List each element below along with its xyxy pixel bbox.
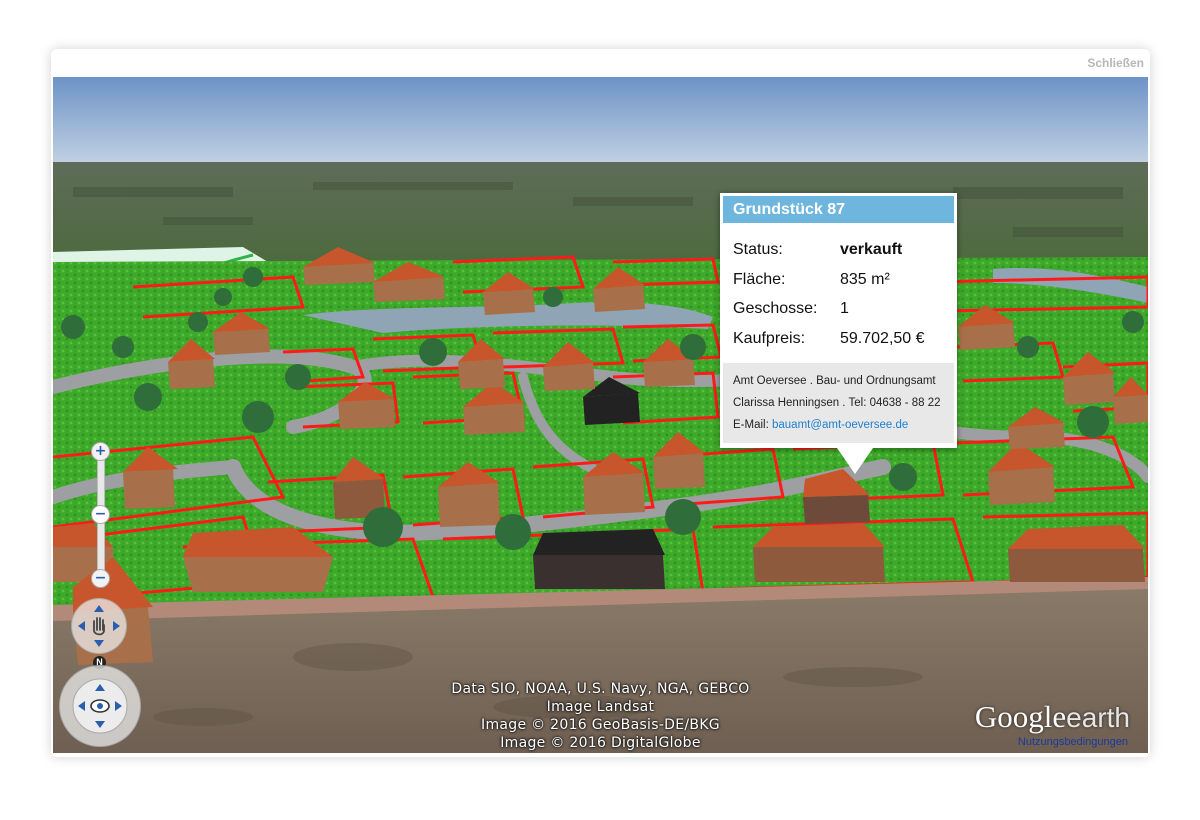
contact-person: Clarissa Henningsen . Tel: 04638 - 88 22 (733, 397, 941, 409)
earth-viewer-dialog: Schließen Grundstück 87 Status: verkauft… (51, 49, 1150, 757)
logo-earth: earth (1066, 702, 1130, 733)
email-link[interactable]: bauamt@amt-oeversee.de (772, 419, 908, 431)
house (1008, 525, 1145, 582)
house (533, 529, 665, 589)
price-value: 59.702,50 € (840, 330, 925, 347)
eye-look-icon[interactable] (60, 666, 140, 746)
popup-title: Grundstück 87 (733, 201, 846, 218)
look-control[interactable] (59, 665, 141, 747)
close-button[interactable]: Schließen (1087, 56, 1144, 70)
map-credit: Data SIO, NOAA, U.S. Navy, NGA, GEBCO (451, 681, 750, 697)
zoom-slider-thumb[interactable]: − (91, 505, 110, 524)
floors-label: Geschosse: (733, 300, 818, 317)
google-earth-logo: Googleearth (975, 699, 1130, 735)
aerial-3d-scene[interactable] (53, 77, 1148, 753)
price-label: Kaufpreis: (733, 330, 806, 347)
logo-google: Google (974, 699, 1067, 734)
parcel-info-popup: Grundstück 87 Status: verkauft Fläche: 8… (720, 193, 957, 474)
status-value: verkauft (840, 241, 903, 258)
map-credit: Image © 2016 DigitalGlobe (500, 735, 701, 751)
house (753, 523, 885, 582)
popup-header: Grundstück 87 (723, 196, 954, 223)
hand-pan-icon[interactable] (72, 599, 126, 653)
terms-link[interactable]: Nutzungsbedingungen (1018, 736, 1128, 748)
contact-email-row: E-Mail: bauamt@amt-oeversee.de (733, 419, 908, 431)
status-label: Status: (733, 241, 783, 258)
zoom-in-icon[interactable]: + (91, 442, 110, 461)
google-earth-map[interactable]: Grundstück 87 Status: verkauft Fläche: 8… (53, 77, 1148, 753)
email-label: E-Mail: (733, 419, 769, 431)
zoom-out-icon[interactable]: − (91, 569, 110, 588)
area-label: Fläche: (733, 271, 786, 288)
popup-pointer (837, 448, 873, 474)
area-value: 835 m² (840, 271, 890, 288)
contact-office: Amt Oeversee . Bau- und Ordnungsamt (733, 375, 936, 387)
pan-control[interactable] (71, 598, 127, 654)
floors-value: 1 (840, 300, 849, 317)
contact-box: Amt Oeversee . Bau- und Ordnungsamt Clar… (723, 363, 954, 443)
